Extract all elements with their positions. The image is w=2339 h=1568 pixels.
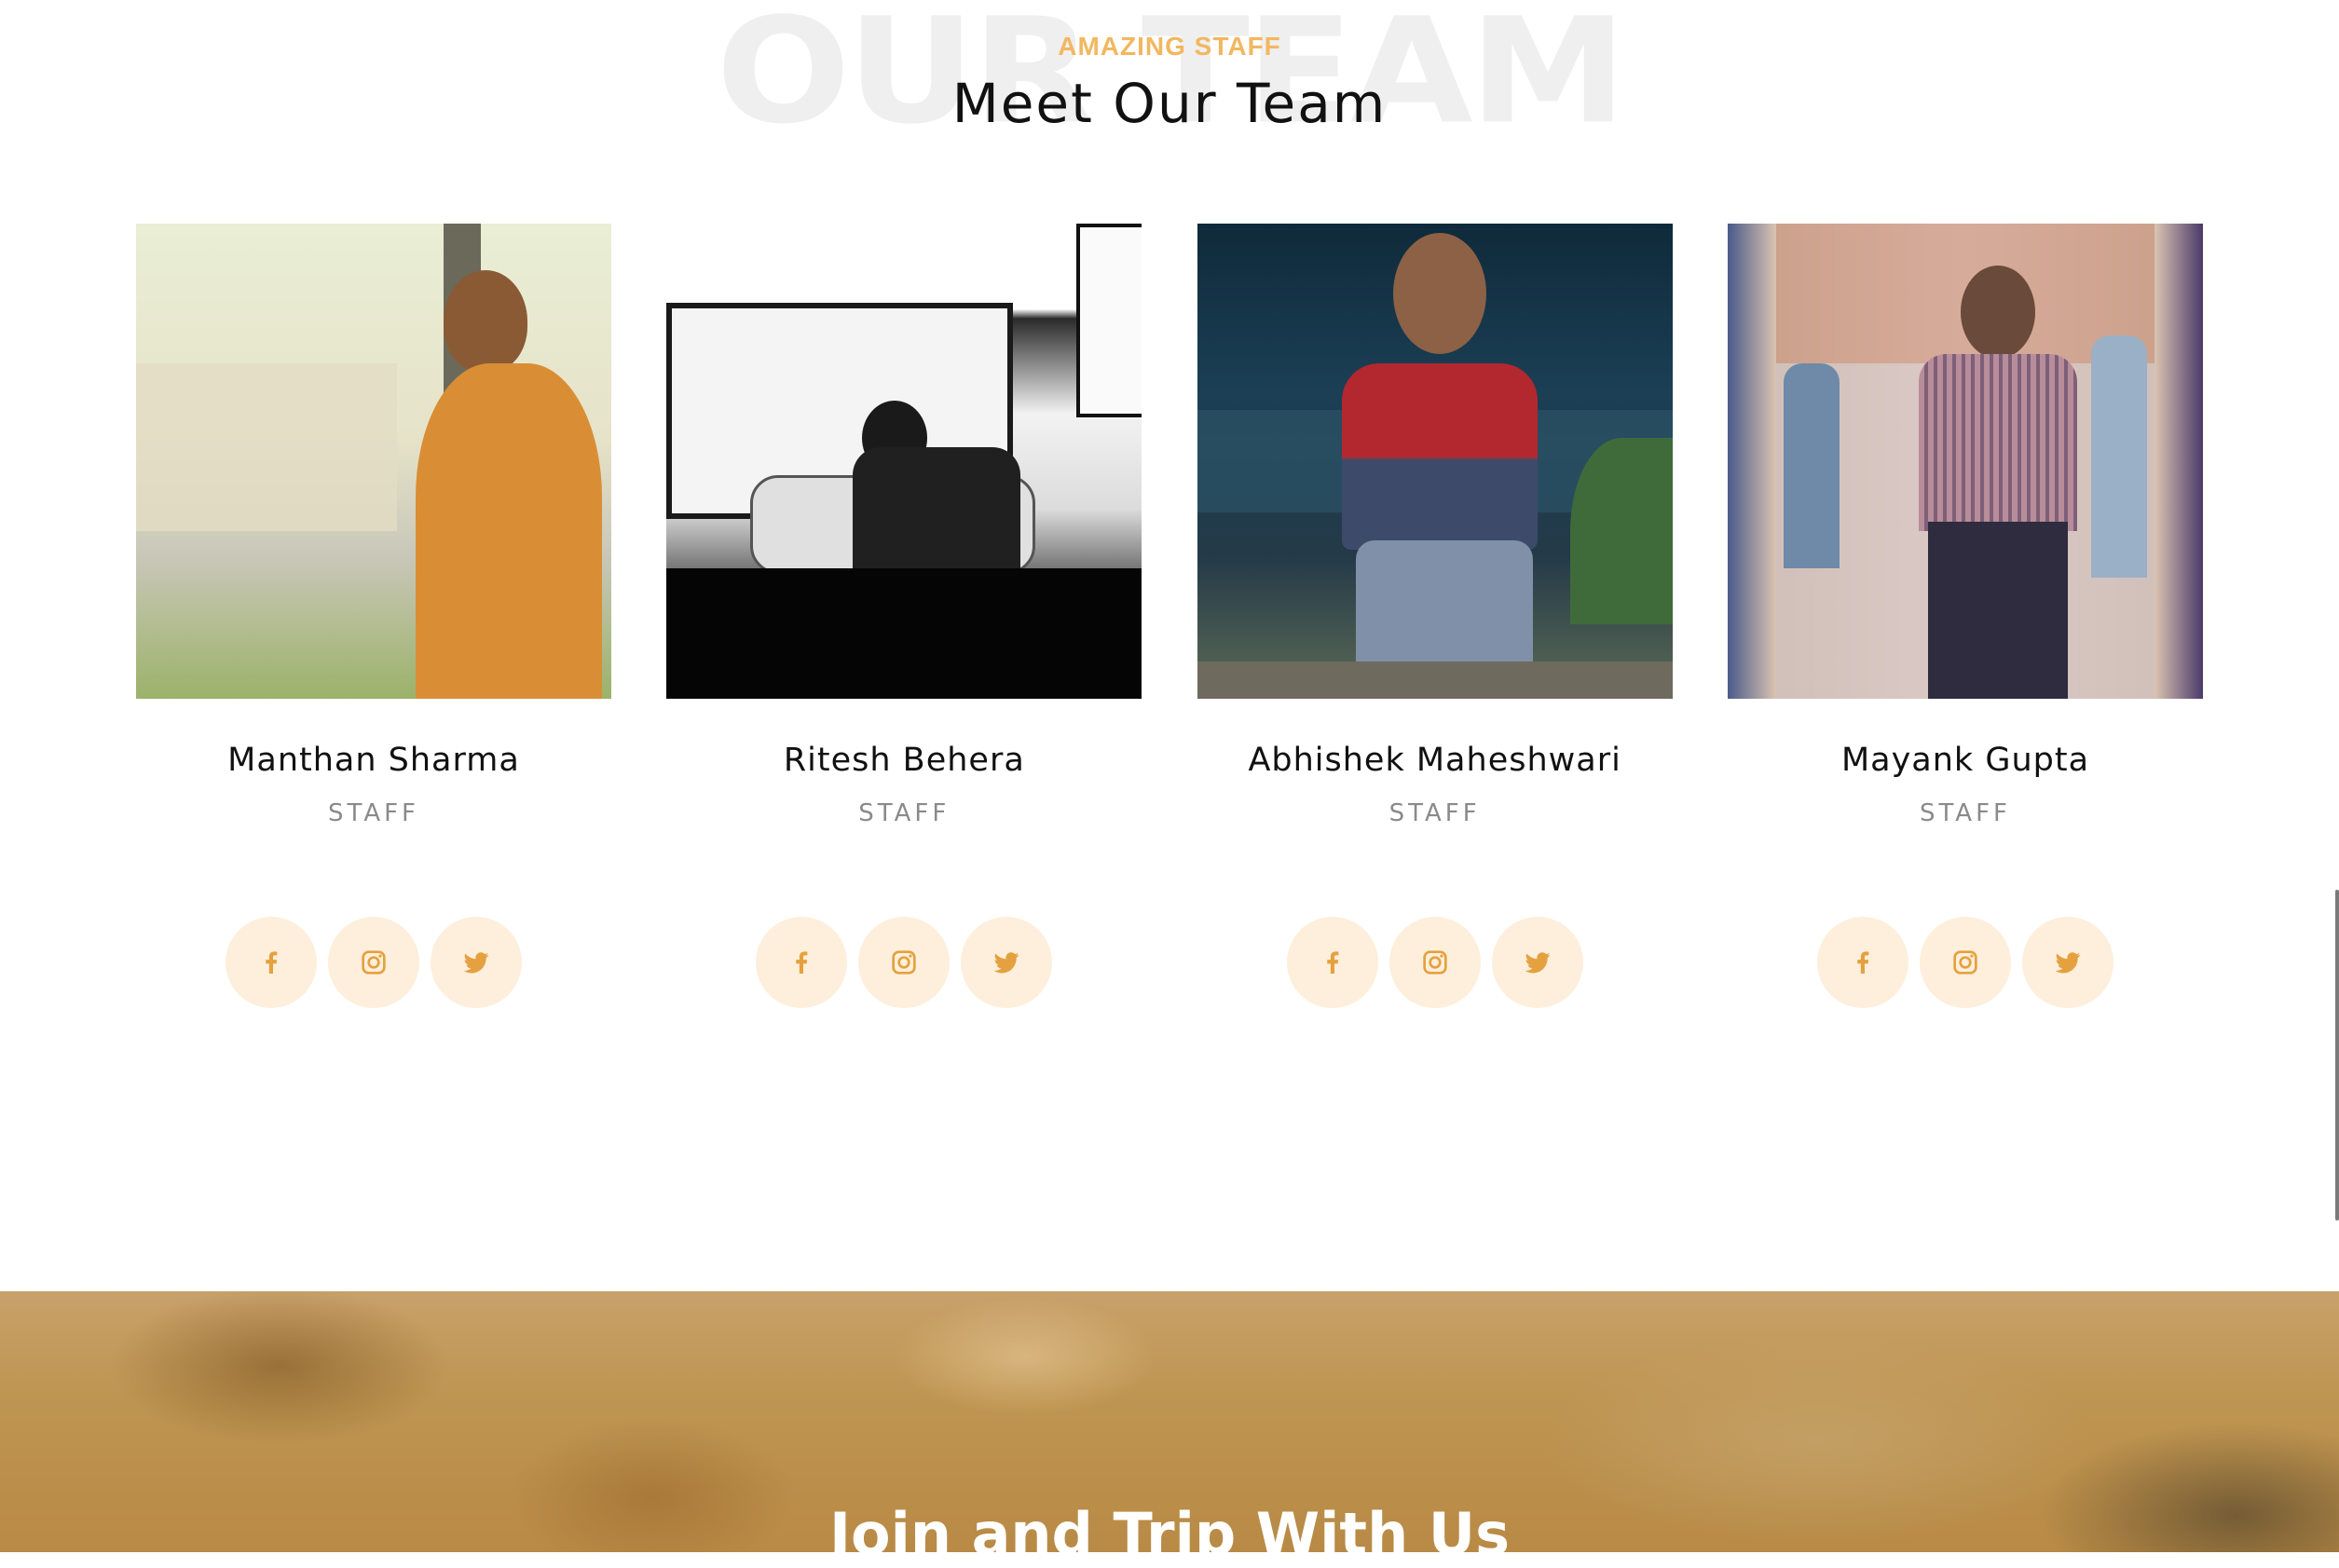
facebook-link[interactable]	[1286, 917, 1378, 1008]
instagram-link[interactable]	[328, 917, 419, 1008]
team-member-card: Abhishek Maheshwari STAFF	[1197, 224, 1673, 1008]
instagram-icon	[1953, 950, 1977, 975]
instagram-link[interactable]	[858, 917, 951, 1008]
team-member-role: STAFF	[1919, 799, 2012, 827]
team-member-name: Manthan Sharma	[227, 742, 520, 779]
twitter-link[interactable]	[2021, 917, 2113, 1008]
twitter-link[interactable]	[431, 917, 522, 1008]
section-title: Meet Our Team	[951, 72, 1388, 135]
team-member-name: Ritesh Behera	[783, 742, 1025, 779]
team-member-role: STAFF	[327, 799, 420, 827]
social-links	[1816, 917, 2113, 1008]
team-member-card: Mayank Gupta STAFF	[1727, 224, 2203, 1008]
section-eyebrow: AMAZING STAFF	[1058, 32, 1281, 61]
team-member-card: Manthan Sharma STAFF	[136, 224, 611, 1008]
team-member-name: Abhishek Maheshwari	[1248, 742, 1621, 779]
team-grid: Manthan Sharma STAFF Ritesh Behera STAFF	[136, 224, 2203, 1008]
facebook-icon	[796, 951, 808, 974]
facebook-link[interactable]	[226, 917, 317, 1008]
twitter-icon	[2055, 952, 2081, 974]
facebook-icon	[266, 951, 278, 974]
social-links	[226, 917, 522, 1008]
team-member-role: STAFF	[858, 799, 951, 827]
facebook-icon	[1326, 951, 1339, 974]
team-member-name: Mayank Gupta	[1840, 742, 2090, 779]
team-member-photo	[1727, 224, 2203, 699]
facebook-link[interactable]	[1816, 917, 1908, 1008]
twitter-icon	[1525, 952, 1550, 974]
page-scrollbar[interactable]	[2335, 890, 2339, 1220]
facebook-link[interactable]	[756, 917, 848, 1008]
facebook-icon	[1857, 951, 1869, 974]
twitter-icon	[463, 952, 489, 974]
instagram-link[interactable]	[1919, 917, 2011, 1008]
twitter-link[interactable]	[1491, 917, 1583, 1008]
social-links	[756, 917, 1053, 1008]
instagram-icon	[892, 950, 916, 975]
instagram-link[interactable]	[1388, 917, 1481, 1008]
instagram-icon	[1422, 950, 1447, 975]
twitter-link[interactable]	[961, 917, 1053, 1008]
team-member-role: STAFF	[1388, 799, 1481, 827]
twitter-icon	[993, 952, 1019, 974]
instagram-icon	[362, 950, 386, 975]
team-member-card: Ritesh Behera STAFF	[666, 224, 1142, 1008]
team-member-photo	[666, 224, 1142, 699]
team-member-photo	[136, 224, 611, 699]
join-banner-title: Join and Trip With Us	[828, 1500, 1511, 1568]
social-links	[1286, 917, 1583, 1008]
team-member-photo	[1197, 224, 1673, 699]
